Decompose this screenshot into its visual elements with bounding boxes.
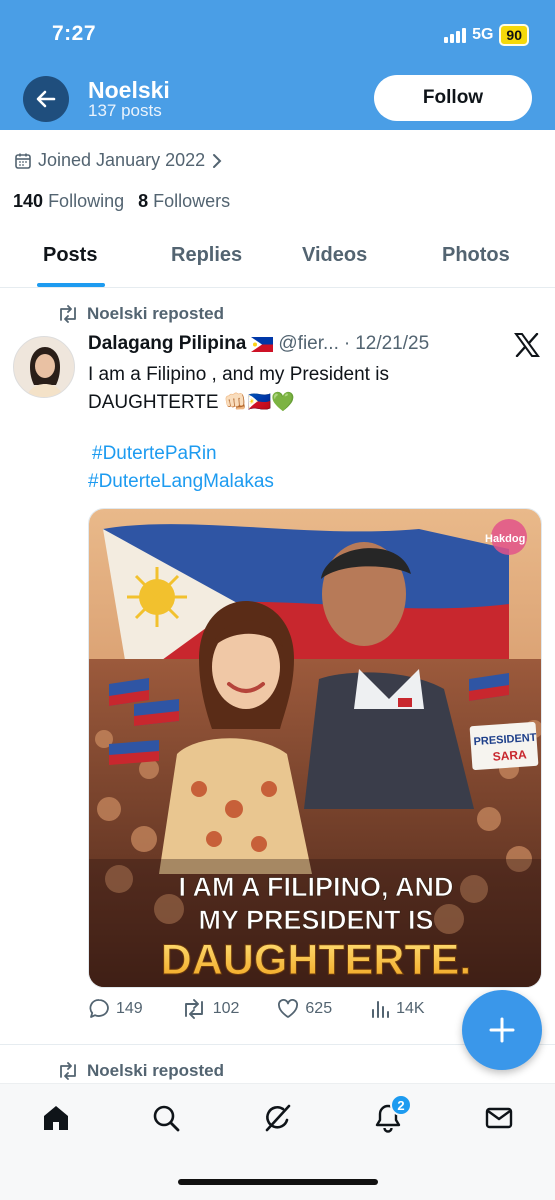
tab-photos[interactable]: Photos — [442, 244, 510, 267]
tab-videos[interactable]: Videos — [302, 244, 367, 267]
post-text: I am a Filipino , and my President is DA… — [88, 361, 508, 417]
post-separator: · — [343, 333, 351, 354]
watermark-text: Hakdog — [485, 533, 525, 545]
joined-label: Joined January 2022 — [38, 150, 206, 170]
nav-grok[interactable] — [257, 1098, 297, 1138]
network-label: 5G — [472, 26, 494, 43]
tab-posts[interactable]: Posts — [43, 244, 97, 267]
ph-flag-icon — [251, 336, 274, 352]
hashtag-link[interactable]: #DutertePaRin — [92, 443, 217, 465]
notifications-badge: 2 — [390, 1094, 412, 1116]
repost-indicator: Noelski reposted — [57, 1061, 224, 1081]
reply-button[interactable]: 149 — [88, 998, 143, 1020]
repost-label: Noelski reposted — [87, 1061, 224, 1080]
repost-icon — [60, 305, 76, 323]
profile-header: 7:27 5G 90 Noelski 137 posts Follow — [0, 0, 555, 130]
tab-replies[interactable]: Replies — [171, 244, 242, 267]
heart-icon — [278, 999, 299, 1018]
battery-icon: 90 — [499, 24, 529, 46]
poster-headline-line3: DAUGHTERTE. — [161, 936, 472, 984]
home-indicator — [178, 1179, 378, 1185]
follow-button[interactable]: Follow — [374, 75, 532, 121]
repost-label: Noelski reposted — [87, 304, 224, 323]
nav-home[interactable] — [36, 1098, 76, 1138]
sign-line2: SARA — [492, 747, 527, 763]
followers-label: Followers — [153, 191, 231, 211]
nav-notifications[interactable]: 2 — [368, 1094, 412, 1138]
compose-button[interactable] — [462, 990, 542, 1070]
post-handle[interactable]: @fier... — [278, 333, 338, 355]
messages-icon — [485, 1107, 513, 1129]
post-date[interactable]: 12/21/25 — [355, 333, 429, 355]
search-icon — [153, 1105, 180, 1132]
post-author[interactable]: Dalagang Pilipina — [88, 333, 246, 355]
calendar-icon — [15, 153, 31, 169]
chevron-right-icon — [213, 153, 222, 168]
profile-name: Noelski — [88, 77, 170, 103]
post-actions: 149 102 625 14K — [88, 998, 463, 1020]
campaign-poster-image: PRESIDENT SARA Hakdog I AM A FILIPINO, A… — [89, 509, 541, 987]
tab-active-indicator — [37, 283, 105, 287]
following-link[interactable]: 140 Following — [13, 191, 124, 212]
following-count: 140 — [13, 191, 44, 211]
following-label: Following — [48, 191, 125, 211]
arrow-left-icon — [36, 90, 56, 108]
status-indicators: 5G 90 — [444, 24, 529, 46]
hashtag-link[interactable]: #DuterteLangMalakas — [88, 471, 274, 493]
profile-tabs: Posts Replies Videos Photos — [0, 232, 555, 288]
nav-search[interactable] — [146, 1098, 186, 1138]
repost-icon — [184, 999, 203, 1019]
post-header: Dalagang Pilipina @fier... · 12/21/25 — [88, 333, 429, 355]
joined-date[interactable]: Joined January 2022 — [14, 150, 223, 171]
reply-count: 149 — [116, 1000, 143, 1017]
poster-headline-line2: MY PRESIDENT IS — [198, 905, 433, 935]
profile-posts-count: 137 posts — [88, 101, 162, 120]
post-image[interactable]: PRESIDENT SARA Hakdog I AM A FILIPINO, A… — [88, 508, 542, 988]
nav-messages[interactable] — [479, 1098, 519, 1138]
plus-icon — [489, 1017, 515, 1043]
repost-count: 102 — [212, 1000, 240, 1017]
post-text-line1: I am a Filipino , and my President is — [88, 364, 389, 385]
signal-icon — [444, 27, 467, 43]
repost-button[interactable]: 102 — [181, 999, 240, 1019]
x-logo-icon — [514, 333, 540, 357]
home-icon — [44, 1106, 68, 1130]
followers-count: 8 — [138, 191, 149, 211]
avatar[interactable] — [13, 336, 75, 398]
like-count: 625 — [305, 1000, 333, 1017]
views-count: 14K — [396, 1000, 425, 1017]
back-button[interactable] — [23, 76, 69, 122]
followers-link[interactable]: 8 Followers — [138, 191, 230, 212]
status-time: 7:27 — [52, 22, 97, 45]
repost-indicator: Noelski reposted — [57, 304, 224, 324]
grok-icon — [265, 1104, 291, 1132]
follow-stats: 140 Following 8 Followers — [13, 191, 230, 212]
post-text-line2: DAUGHTERTE — [88, 392, 219, 413]
poster-headline-line1: I AM A FILIPINO, AND — [179, 872, 454, 902]
reply-icon — [89, 999, 109, 1018]
views-icon — [372, 1001, 390, 1018]
repost-icon — [60, 1062, 76, 1080]
views-button[interactable]: 14K — [370, 999, 425, 1019]
like-button[interactable]: 625 — [277, 999, 332, 1019]
post-emojis: 👊🏻🇵🇭💚 — [223, 392, 295, 413]
